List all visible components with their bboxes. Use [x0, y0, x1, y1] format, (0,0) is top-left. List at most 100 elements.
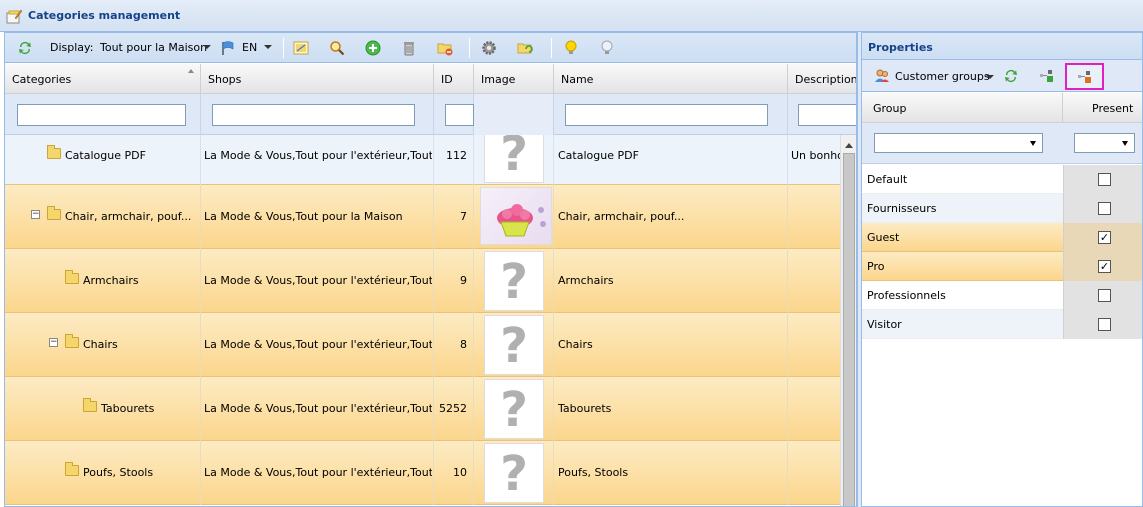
search-icon[interactable] [329, 40, 345, 56]
placeholder-image[interactable]: ? [484, 135, 544, 183]
shop-select[interactable]: Tout pour la Maison [100, 41, 207, 54]
present-checkbox[interactable]: ✓ [1098, 231, 1111, 244]
customer-groups-icon[interactable] [874, 68, 890, 84]
group-row[interactable]: Default [862, 165, 1142, 194]
present-checkbox[interactable] [1098, 289, 1111, 302]
column-header-description[interactable]: Description [788, 64, 856, 94]
language-select[interactable]: EN [242, 41, 257, 54]
folder-icon [65, 462, 79, 476]
question-mark-icon: ? [500, 382, 528, 438]
toolbar-separator [283, 38, 284, 58]
name-cell: Catalogue PDF [554, 135, 788, 185]
customer-groups-caret-icon[interactable] [986, 75, 994, 79]
placeholder-image[interactable]: ? [484, 443, 544, 503]
grid-scrollbar[interactable] [840, 135, 856, 506]
category-thumbnail[interactable] [480, 187, 552, 245]
column-header-image[interactable]: Image [474, 64, 554, 94]
group-row[interactable]: Professionnels [862, 281, 1142, 310]
group-row[interactable]: Fournisseurs [862, 194, 1142, 223]
apply-highlighted-button[interactable] [1065, 63, 1104, 90]
shops-cell: La Mode & Vous,Tout pour l'extérieur,Tou… [201, 249, 434, 313]
customer-groups-select[interactable]: Customer groups [895, 70, 990, 83]
category-cell: Armchairs [5, 249, 201, 313]
shops-cell: La Mode & Vous,Tout pour la Maison [201, 185, 434, 249]
tree-collapse-icon[interactable]: − [31, 210, 40, 219]
column-header-name[interactable]: Name [554, 64, 788, 94]
group-row[interactable]: Visitor [862, 310, 1142, 339]
placeholder-image[interactable]: ? [484, 379, 544, 439]
settings-gear-icon[interactable] [481, 40, 497, 56]
group-name: Fournisseurs [867, 202, 937, 215]
language-dropdown-caret-icon[interactable] [264, 45, 272, 49]
table-row[interactable]: Armchairs La Mode & Vous,Tout pour l'exté… [5, 249, 840, 313]
lightbulb-on-icon[interactable] [563, 40, 579, 56]
column-header-group[interactable]: Group [862, 93, 1063, 123]
id-filter-input[interactable] [445, 104, 474, 126]
table-row[interactable]: Tabourets La Mode & Vous,Tout pour l'exté… [5, 377, 840, 441]
add-icon[interactable] [365, 40, 381, 56]
group-name: Default [867, 173, 908, 186]
image-cell: ? [474, 377, 554, 441]
present-cell: ✓ [1063, 223, 1142, 252]
group-row[interactable]: Guest ✓ [862, 223, 1142, 252]
language-flag-icon[interactable] [220, 40, 236, 56]
refresh-icon[interactable] [1003, 68, 1019, 84]
scroll-up-arrow-icon[interactable] [845, 143, 853, 148]
folder-refresh-icon[interactable] [517, 40, 533, 56]
name-cell: Chair, armchair, pouf... [554, 185, 788, 249]
description-cell: Un bonhor [791, 149, 840, 162]
present-checkbox[interactable] [1098, 202, 1111, 215]
cupcake-image [497, 204, 546, 237]
present-filter-select[interactable] [1074, 133, 1135, 153]
shops-cell: La Mode & Vous,Tout pour l'extérieur,Tou… [201, 377, 434, 441]
categories-filter-input[interactable] [17, 104, 186, 126]
window-title: Categories management [28, 9, 181, 22]
shop-dropdown-caret-icon[interactable] [203, 45, 211, 49]
name-cell: Chairs [554, 313, 788, 377]
table-row[interactable]: − Chairs La Mode & Vous,Tout pour l'extéri… [5, 313, 840, 377]
placeholder-image[interactable]: ? [484, 315, 544, 375]
group-row[interactable]: Pro ✓ [862, 252, 1142, 281]
table-row[interactable]: − Chair, armchair, pouf... La Mode & Vous,… [5, 185, 840, 249]
table-row[interactable]: Poufs, Stools La Mode & Vous,Tout pour l'… [5, 441, 840, 505]
scroll-thumb[interactable] [843, 153, 855, 506]
refresh-icon[interactable] [17, 40, 33, 56]
grid-filter-row [5, 94, 856, 135]
question-mark-icon: ? [500, 318, 528, 374]
category-cell: − Chairs [5, 313, 201, 377]
shops-cell: La Mode & Vous,Tout pour l'extérieur,Tou… [201, 135, 434, 185]
group-filter-select[interactable] [874, 133, 1043, 153]
question-mark-icon: ? [500, 135, 528, 182]
column-header-shops[interactable]: Shops [201, 64, 434, 94]
group-name: Professionnels [867, 289, 946, 302]
lightbulb-off-icon[interactable] [599, 40, 615, 56]
table-row[interactable]: Catalogue PDF La Mode & Vous,Tout pour l'… [5, 135, 840, 185]
category-cell: Poufs, Stools [5, 441, 201, 505]
apply-to-subcategories-icon[interactable] [1039, 68, 1055, 84]
folder-remove-icon[interactable] [437, 40, 453, 56]
grid-view-icon[interactable] [293, 40, 309, 56]
image-cell: ? [474, 249, 554, 313]
category-name: Armchairs [83, 274, 139, 287]
category-name: Poufs, Stools [83, 466, 154, 479]
placeholder-image[interactable]: ? [484, 251, 544, 311]
grid-column-headers: Categories Shops ID Image Name Descripti… [5, 64, 856, 94]
name-filter-input[interactable] [565, 104, 768, 126]
id-cell: 10 [434, 441, 474, 505]
description-filter-input[interactable] [798, 104, 856, 126]
groups-filter-row [862, 123, 1142, 164]
image-cell: ? [474, 441, 554, 505]
column-header-present[interactable]: Present [1063, 93, 1142, 123]
present-checkbox[interactable]: ✓ [1098, 260, 1111, 273]
present-checkbox[interactable] [1098, 173, 1111, 186]
shops-filter-input[interactable] [212, 104, 415, 126]
present-cell [1063, 194, 1142, 223]
sort-ascending-icon[interactable] [188, 69, 194, 73]
delete-trash-icon[interactable] [401, 40, 417, 56]
present-checkbox[interactable] [1098, 318, 1111, 331]
column-header-categories[interactable]: Categories [5, 64, 201, 94]
category-cell: Catalogue PDF [5, 135, 201, 185]
column-header-id[interactable]: ID [434, 64, 474, 94]
folder-icon [83, 398, 97, 412]
tree-collapse-icon[interactable]: − [49, 338, 58, 347]
